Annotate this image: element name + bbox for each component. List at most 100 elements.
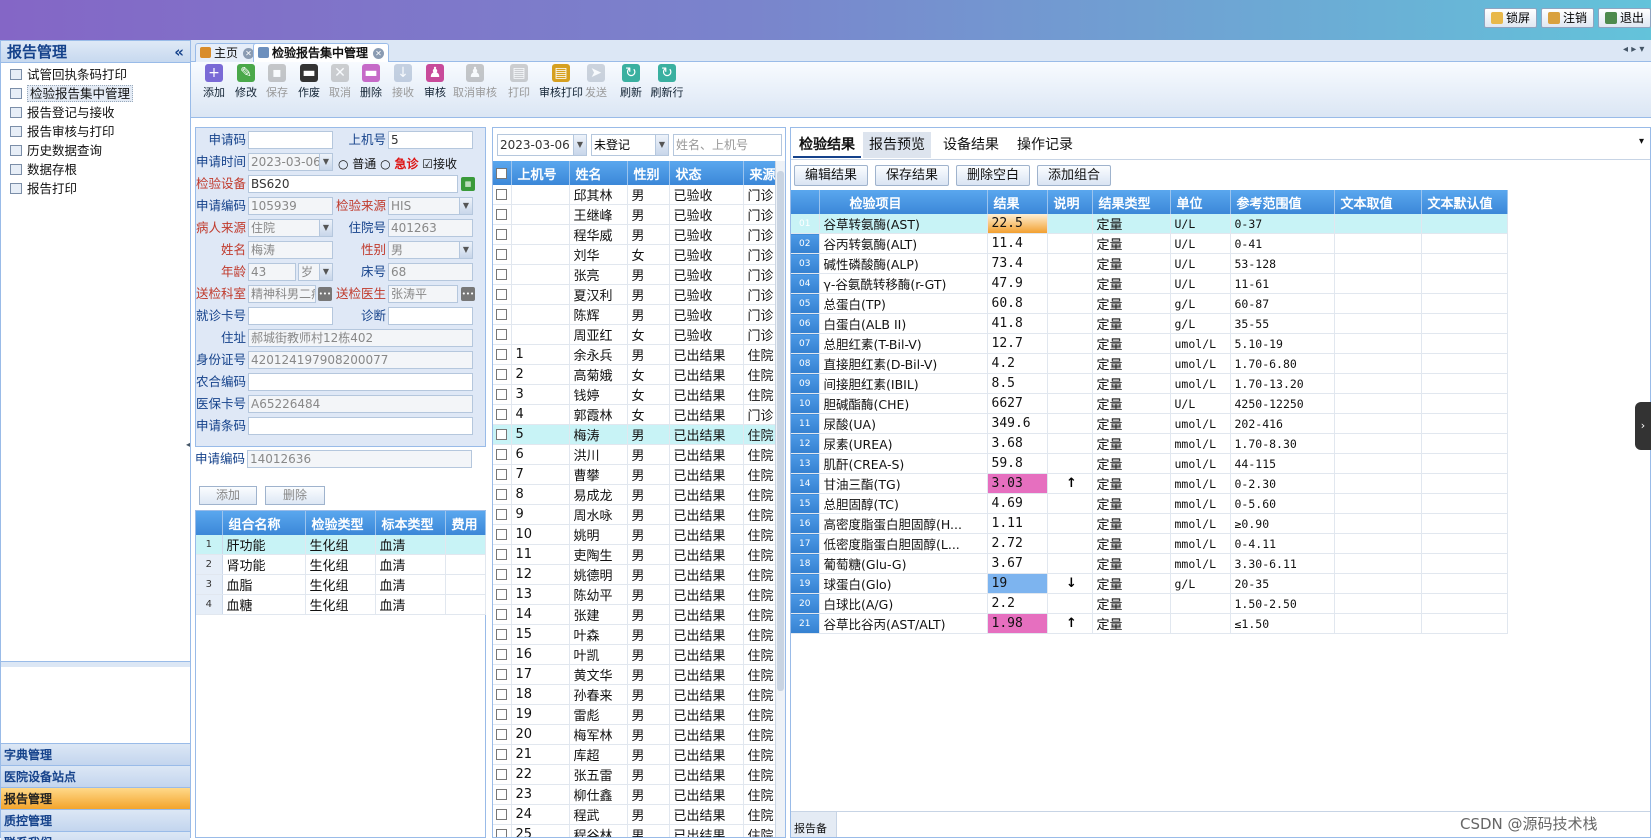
result-row[interactable]: 02 谷丙转氨酶(ALT) 11.4 定量 U/L 0-41: [791, 233, 1508, 254]
toolbar-button[interactable]: ↻ 刷新行: [643, 64, 691, 104]
result-row[interactable]: 04 γ-谷氨酰转移酶(r-GT) 47.9 定量 U/L 11-61: [791, 273, 1508, 294]
patient-row[interactable]: 3 钱婷女已出结果 住院: [493, 384, 779, 405]
text-value-cell[interactable]: [1334, 553, 1422, 574]
patient-row[interactable]: 23 柳仕鑫男已出结果 住院: [493, 784, 779, 805]
row-checkbox[interactable]: [493, 264, 512, 285]
row-checkbox[interactable]: [493, 704, 512, 725]
diagnosis-field[interactable]: [388, 307, 473, 325]
tab-device-results[interactable]: 设备结果: [937, 132, 1005, 158]
device-picker-icon[interactable]: ▦: [461, 177, 475, 191]
text-default-cell[interactable]: [1421, 273, 1508, 294]
text-default-cell[interactable]: [1421, 233, 1508, 254]
toolbar-button[interactable]: ▤ 打印: [503, 64, 535, 104]
col-header[interactable]: 费用: [445, 511, 486, 535]
card-field[interactable]: [248, 307, 333, 325]
normal-radio[interactable]: ○ 普通: [338, 157, 376, 171]
combo-row[interactable]: 4 血糖 生化组 血清: [196, 594, 486, 615]
col-header[interactable]: 上机号: [511, 161, 570, 185]
source-select[interactable]: HIS ▼: [388, 197, 473, 215]
chevron-down-icon[interactable]: ▼: [459, 198, 472, 214]
tab-report-management[interactable]: 检验报告集中管理 ✕: [253, 43, 390, 62]
edit-results-button[interactable]: 编辑结果: [794, 165, 868, 186]
result-row[interactable]: 14 甘油三酯(TG) 3.03 ↑ 定量 mmol/L 0-2.30: [791, 473, 1508, 494]
result-value[interactable]: 2.72: [987, 533, 1048, 554]
tab-scroll-icon[interactable]: ◂ ▸ ▾: [1623, 44, 1644, 55]
text-value-cell[interactable]: [1334, 613, 1422, 634]
toolbar-button[interactable]: ▪ 保存: [261, 64, 293, 104]
row-checkbox[interactable]: [493, 484, 512, 505]
bed-field[interactable]: 68: [388, 263, 473, 281]
name-field[interactable]: 梅涛: [248, 241, 333, 259]
text-value-cell[interactable]: [1334, 473, 1422, 494]
patient-row[interactable]: 1 余永兵男已出结果 住院: [493, 344, 779, 365]
text-value-cell[interactable]: [1334, 393, 1422, 414]
patient-row[interactable]: 5 梅涛男已出结果 住院: [493, 424, 779, 445]
result-value[interactable]: 4.69: [987, 493, 1048, 514]
patient-row[interactable]: 刘华女已验收 门诊: [493, 244, 779, 265]
row-checkbox[interactable]: [493, 244, 512, 265]
exit-button[interactable]: 退出: [1598, 8, 1651, 28]
save-results-button[interactable]: 保存结果: [875, 165, 949, 186]
rural-field[interactable]: [248, 373, 473, 391]
row-checkbox[interactable]: [493, 424, 512, 445]
toolbar-button[interactable]: ▬ 删除: [355, 64, 387, 104]
tab-report-preview[interactable]: 报告预览: [863, 132, 931, 158]
text-default-cell[interactable]: [1421, 433, 1508, 454]
result-row[interactable]: 17 低密度脂蛋白胆固醇(L... 2.72 定量 mmol/L 0-4.11: [791, 533, 1508, 554]
patient-row[interactable]: 11 吏陶生男已出结果 住院: [493, 544, 779, 565]
patient-row[interactable]: 12 姚德明男已出结果 住院: [493, 564, 779, 585]
chevron-down-icon[interactable]: ▼: [573, 135, 586, 155]
machine-no-field[interactable]: 5: [388, 131, 473, 149]
result-value[interactable]: 349.6: [987, 413, 1048, 434]
text-default-cell[interactable]: [1421, 333, 1508, 354]
chevron-down-icon[interactable]: ▼: [319, 264, 332, 280]
row-checkbox[interactable]: [493, 344, 512, 365]
nav-item-history[interactable]: 历史数据查询: [1, 141, 190, 160]
result-value[interactable]: 3.03: [987, 473, 1048, 494]
patient-row[interactable]: 夏汉利男已验收 门诊: [493, 284, 779, 305]
text-value-cell[interactable]: [1334, 333, 1422, 354]
select-all-checkbox[interactable]: [493, 161, 512, 185]
collapse-left-icon[interactable]: ◂: [186, 440, 192, 460]
text-value-cell[interactable]: [1334, 533, 1422, 554]
result-row[interactable]: 20 白球比(A/G) 2.2 定量 1.50-2.50: [791, 593, 1508, 614]
patient-row[interactable]: 16 叶凯男已出结果 住院: [493, 644, 779, 665]
insurance-field[interactable]: A65226484: [248, 395, 473, 413]
combo-row[interactable]: 1 肝功能 生化组 血清: [196, 535, 486, 555]
apply-time-field[interactable]: 2023-03-06 ▼: [248, 153, 333, 171]
doctor-picker-icon[interactable]: •••: [461, 287, 475, 301]
nav-item-archive[interactable]: 数据存根: [1, 160, 190, 179]
nav-item-tube-print[interactable]: 试管回执条码打印: [1, 65, 190, 84]
col-header[interactable]: 说明: [1047, 190, 1093, 214]
device-field[interactable]: BS620: [248, 175, 458, 193]
patient-row[interactable]: 2 高菊娥女已出结果 住院: [493, 364, 779, 385]
date-filter[interactable]: 2023-03-06 ▼: [497, 134, 587, 156]
text-value-cell[interactable]: [1334, 433, 1422, 454]
col-header[interactable]: 姓名: [569, 161, 628, 185]
tab-menu-icon[interactable]: ▾: [1639, 136, 1644, 147]
result-row[interactable]: 10 胆碱酯酶(CHE) 6627 定量 U/L 4250-12250: [791, 393, 1508, 414]
row-checkbox[interactable]: [493, 224, 512, 245]
text-default-cell[interactable]: [1421, 413, 1508, 434]
patient-row[interactable]: 18 孙春来男已出结果 住院: [493, 684, 779, 705]
result-row[interactable]: 06 白蛋白(ALB II) 41.8 定量 g/L 35-55: [791, 313, 1508, 334]
text-default-cell[interactable]: [1421, 593, 1508, 614]
result-value[interactable]: 60.8: [987, 293, 1048, 314]
text-default-cell[interactable]: [1421, 353, 1508, 374]
age-field[interactable]: 43: [248, 263, 296, 281]
lock-screen-button[interactable]: 锁屏: [1484, 8, 1538, 28]
text-default-cell[interactable]: [1421, 533, 1508, 554]
text-default-cell[interactable]: [1421, 313, 1508, 334]
section-quality-control[interactable]: 质控管理: [1, 809, 190, 831]
text-default-cell[interactable]: [1421, 493, 1508, 514]
delete-blank-button[interactable]: 删除空白: [956, 165, 1030, 186]
result-row[interactable]: 18 葡萄糖(Glu-G) 3.67 定量 mmol/L 3.30-6.11: [791, 553, 1508, 574]
row-checkbox[interactable]: [493, 304, 512, 325]
toolbar-button[interactable]: ✎ 修改: [230, 64, 262, 104]
toolbar-button[interactable]: ▬ 作废: [293, 64, 325, 104]
text-value-cell[interactable]: [1334, 493, 1422, 514]
text-default-cell[interactable]: [1421, 473, 1508, 494]
splitter[interactable]: [1, 661, 190, 667]
result-value[interactable]: 12.7: [987, 333, 1048, 354]
result-row[interactable]: 09 间接胆红素(IBIL) 8.5 定量 umol/L 1.70-13.20: [791, 373, 1508, 394]
